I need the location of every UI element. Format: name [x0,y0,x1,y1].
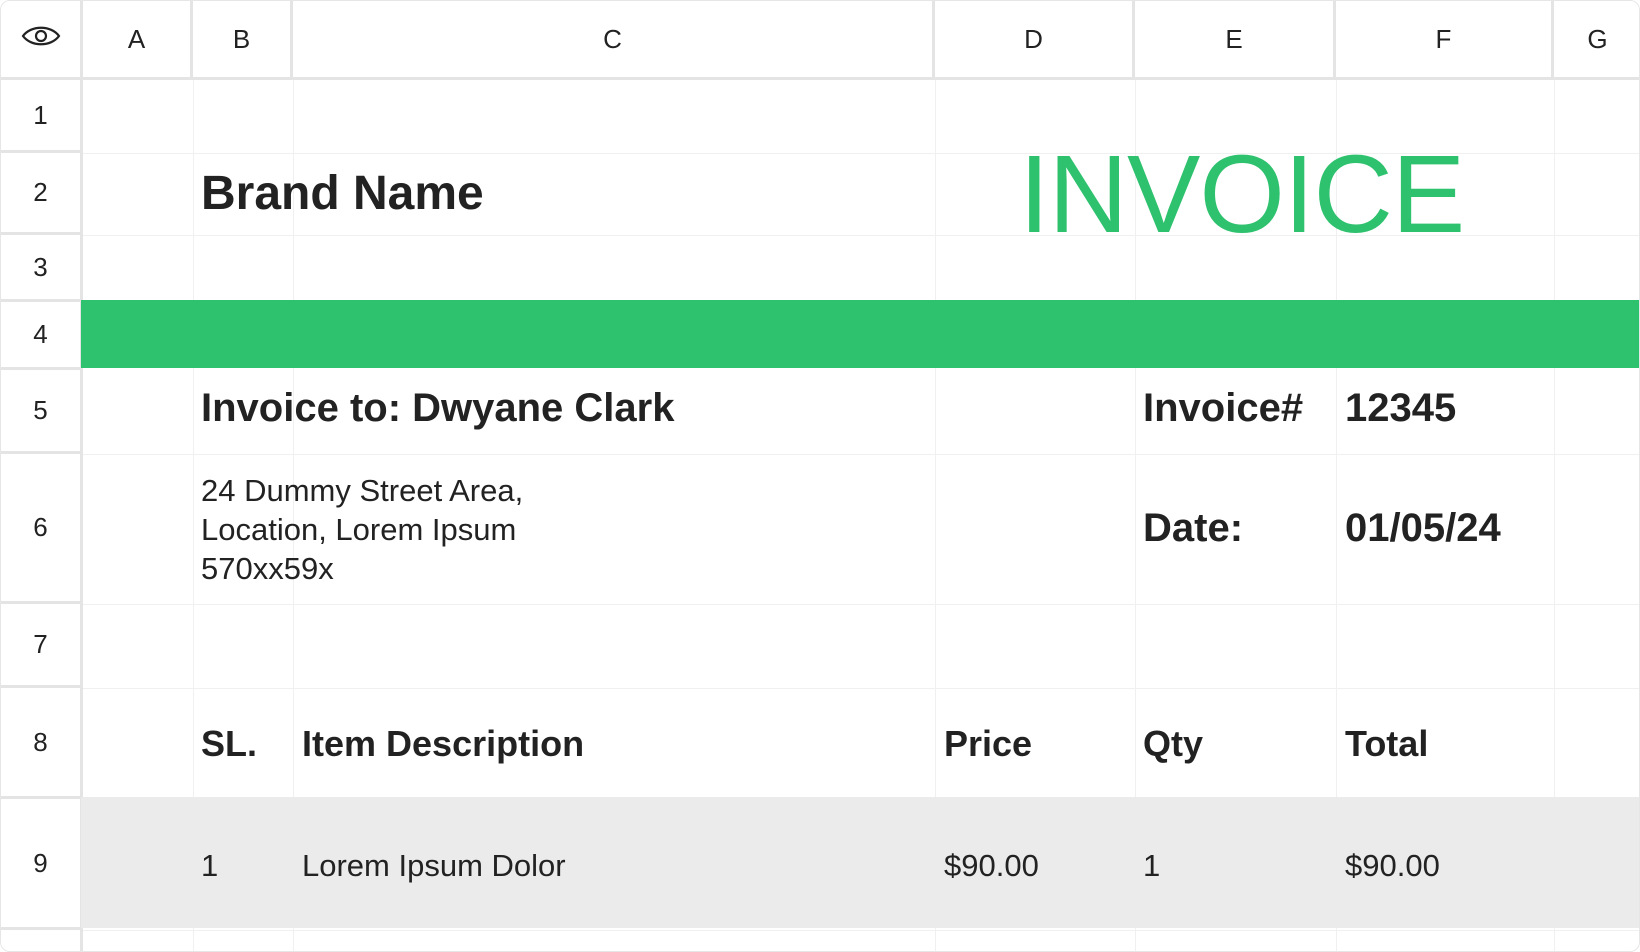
grid-line [83,930,1639,931]
table-header-price[interactable]: Price [944,723,1032,765]
row-header-2[interactable]: 2 [1,153,83,235]
billing-address[interactable]: 24 Dummy Street Area, Location, Lorem Ip… [201,471,523,588]
column-header-a[interactable]: A [83,1,193,80]
spreadsheet: A B C D E F G 1 2 3 4 5 6 7 8 9 Brand Na… [0,0,1640,952]
grid-line [83,604,1639,605]
column-header-g[interactable]: G [1554,1,1639,80]
row-header-10[interactable] [1,930,83,951]
item-total[interactable]: $90.00 [1345,848,1440,884]
column-header-c[interactable]: C [293,1,935,80]
column-header-f[interactable]: F [1336,1,1554,80]
grid-line [83,688,1639,689]
row-header-3[interactable]: 3 [1,235,83,302]
item-price[interactable]: $90.00 [944,848,1039,884]
accent-band [81,300,1639,368]
visibility-toggle[interactable] [1,1,83,80]
grid-line [83,454,1639,455]
item-description[interactable]: Lorem Ipsum Dolor [302,848,566,884]
eye-icon [21,24,61,55]
table-header-description[interactable]: Item Description [302,723,584,765]
item-sl[interactable]: 1 [201,848,218,884]
row-header-6[interactable]: 6 [1,454,83,604]
column-header-e[interactable]: E [1135,1,1336,80]
invoice-date[interactable]: 01/05/24 [1345,506,1501,551]
table-header-total[interactable]: Total [1345,723,1428,765]
row-header-1[interactable]: 1 [1,80,83,153]
row-header-5[interactable]: 5 [1,370,83,454]
invoice-title[interactable]: INVOICE [1019,131,1465,258]
row-header-4[interactable]: 4 [1,302,83,370]
column-header-d[interactable]: D [935,1,1135,80]
invoice-to[interactable]: Invoice to: Dwyane Clark [201,386,674,431]
date-label[interactable]: Date: [1143,506,1243,551]
invoice-number[interactable]: 12345 [1345,386,1456,431]
row-header-7[interactable]: 7 [1,604,83,688]
brand-name[interactable]: Brand Name [201,166,484,221]
table-header-sl[interactable]: SL. [201,723,257,765]
table-header-qty[interactable]: Qty [1143,723,1203,765]
invoice-number-label[interactable]: Invoice# [1143,386,1303,431]
row-header-8[interactable]: 8 [1,688,83,799]
row-header-9[interactable]: 9 [1,799,83,930]
item-qty[interactable]: 1 [1143,848,1160,884]
column-header-b[interactable]: B [193,1,293,80]
